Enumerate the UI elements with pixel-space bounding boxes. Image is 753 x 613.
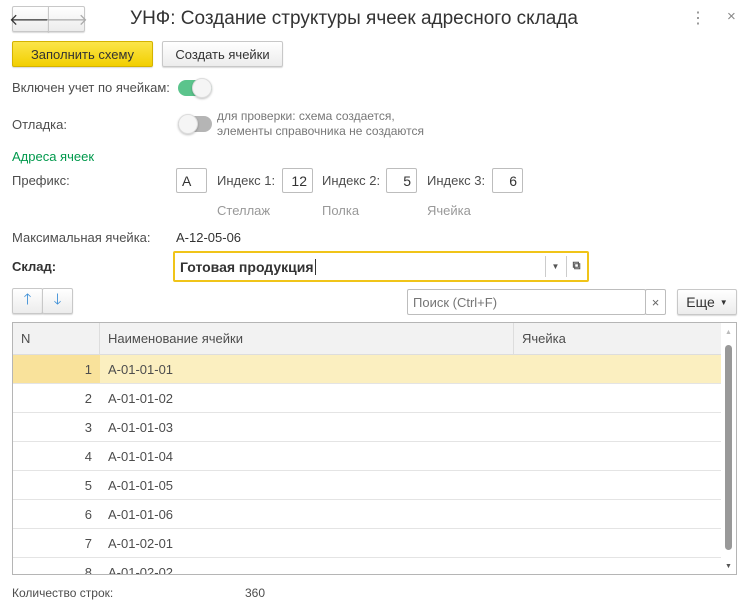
row-n: 4: [84, 449, 92, 464]
row-name: А-01-02-01: [108, 536, 174, 551]
create-cells-button[interactable]: Создать ячейки: [162, 41, 283, 67]
index3-label: Индекс 3:: [427, 173, 486, 188]
table-row[interactable]: 1 А-01-01-01: [13, 355, 722, 384]
cells-enabled-label: Включен учет по ячейкам:: [12, 80, 170, 95]
row-n: 5: [84, 478, 92, 493]
table-row[interactable]: 8 А-01-02-02: [13, 558, 722, 575]
search-input[interactable]: [407, 289, 646, 315]
debug-toggle[interactable]: [178, 114, 212, 134]
forward-button[interactable]: 🡒: [45, 6, 88, 32]
back-button[interactable]: 🡐: [9, 6, 52, 32]
row-count-value: 360: [245, 586, 266, 600]
warehouse-input[interactable]: Готовая продукция ▼ ⧉: [173, 251, 589, 282]
index3-input[interactable]: 6: [492, 168, 523, 193]
row-n: 3: [84, 420, 92, 435]
cells-table: N Наименование ячейки Ячейка 1 А-01-01-01…: [12, 322, 737, 575]
warehouse-label: Склад:: [12, 259, 57, 274]
index1-caption: Стеллаж: [217, 203, 271, 218]
row-name: А-01-01-02: [108, 391, 174, 406]
table-row[interactable]: 3 А-01-01-03: [13, 413, 722, 442]
index2-input[interactable]: 5: [386, 168, 417, 193]
column-header-name[interactable]: Наименование ячейки: [100, 323, 514, 355]
table-row[interactable]: 5 А-01-01-05: [13, 471, 722, 500]
row-n: 8: [84, 565, 92, 575]
row-n: 1: [84, 362, 92, 377]
section-title: Адреса ячеек: [12, 149, 95, 164]
row-n: 7: [84, 536, 92, 551]
close-icon[interactable]: ×: [727, 8, 736, 25]
row-n: 6: [84, 507, 92, 522]
row-name: А-01-01-01: [108, 362, 174, 377]
row-name: А-01-01-06: [108, 507, 174, 522]
index1-input[interactable]: 12: [282, 168, 313, 193]
search-clear-button[interactable]: ×: [645, 289, 666, 315]
table-row[interactable]: 4 А-01-01-04: [13, 442, 722, 471]
dropdown-icon[interactable]: ▼: [545, 256, 565, 277]
more-menu-icon[interactable]: ⋮: [690, 8, 706, 28]
row-count-label: Количество строк:: [12, 586, 114, 600]
column-header-n[interactable]: N: [13, 323, 100, 355]
fill-scheme-button[interactable]: Заполнить схему: [12, 41, 153, 67]
table-row[interactable]: 7 А-01-02-01: [13, 529, 722, 558]
move-up-button[interactable]: 🡑: [12, 288, 43, 314]
prefix-label: Префикс:: [12, 173, 70, 188]
warehouse-value: Готовая продукция: [180, 258, 316, 275]
move-down-button[interactable]: 🡓: [42, 288, 73, 314]
debug-hint-2: элементы справочника не создаются: [217, 124, 424, 138]
table-row[interactable]: 6 А-01-01-06: [13, 500, 722, 529]
row-name: А-01-02-02: [108, 565, 174, 575]
index2-caption: Полка: [322, 203, 360, 218]
prefix-input[interactable]: A: [176, 168, 207, 193]
row-name: А-01-01-05: [108, 478, 174, 493]
window-title: УНФ: Создание структуры ячеек адресного …: [130, 8, 579, 29]
table-row[interactable]: 2 А-01-01-02: [13, 384, 722, 413]
max-cell-label: Максимальная ячейка:: [12, 230, 151, 245]
max-cell-value: А-12-05-06: [176, 230, 242, 245]
row-n: 2: [84, 391, 92, 406]
more-label: Еще: [686, 294, 715, 310]
index1-label: Индекс 1:: [217, 173, 276, 188]
index3-caption: Ячейка: [427, 203, 471, 218]
row-name: А-01-01-04: [108, 449, 174, 464]
debug-label: Отладка:: [12, 117, 67, 132]
open-icon[interactable]: ⧉: [566, 256, 586, 277]
more-button[interactable]: Еще ▼: [677, 289, 737, 315]
column-header-cell[interactable]: Ячейка: [514, 323, 722, 355]
row-name: А-01-01-03: [108, 420, 174, 435]
debug-hint-1: для проверки: схема создается,: [217, 109, 395, 123]
index2-label: Индекс 2:: [322, 173, 381, 188]
cells-enabled-toggle[interactable]: [178, 78, 212, 98]
scrollbar[interactable]: ▲ ▼: [721, 323, 736, 574]
chevron-down-icon: ▼: [719, 297, 728, 307]
